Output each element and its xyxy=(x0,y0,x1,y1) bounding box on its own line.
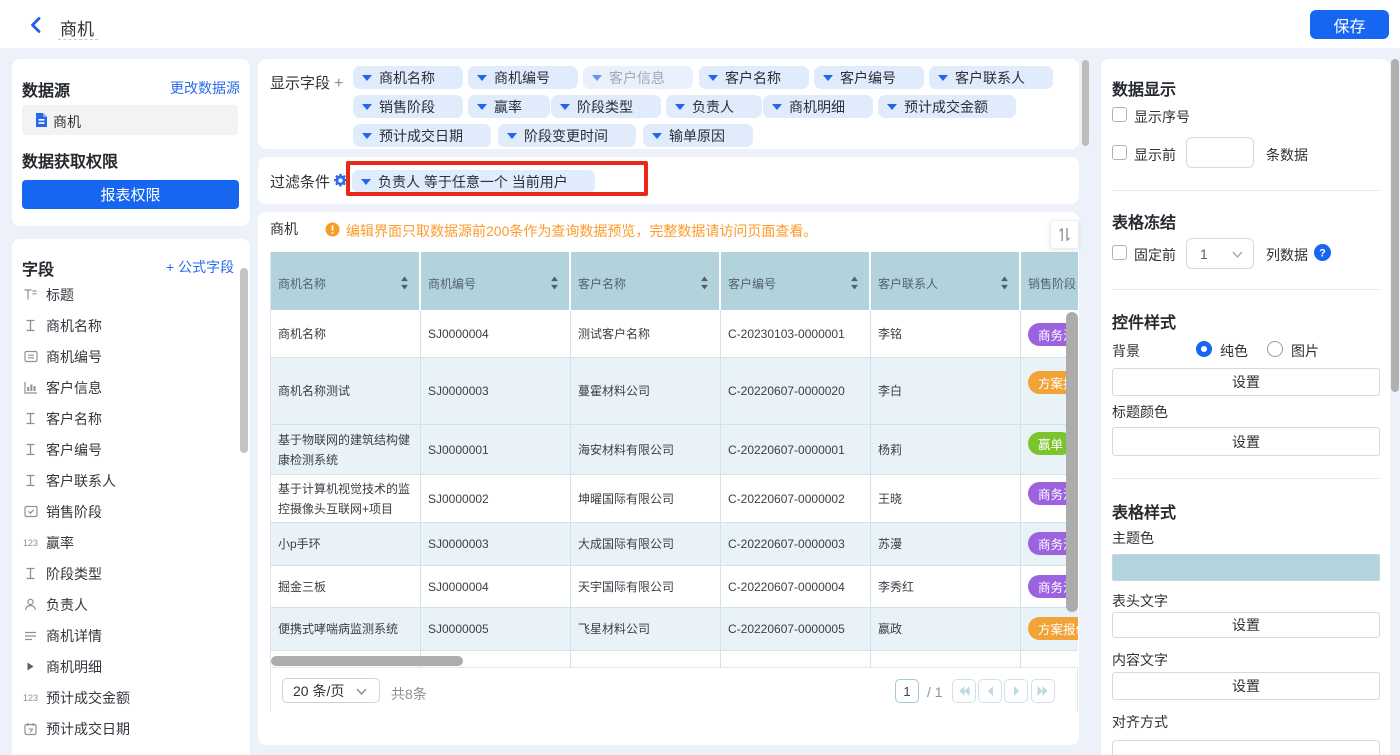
svg-text:?: ? xyxy=(1319,248,1326,260)
